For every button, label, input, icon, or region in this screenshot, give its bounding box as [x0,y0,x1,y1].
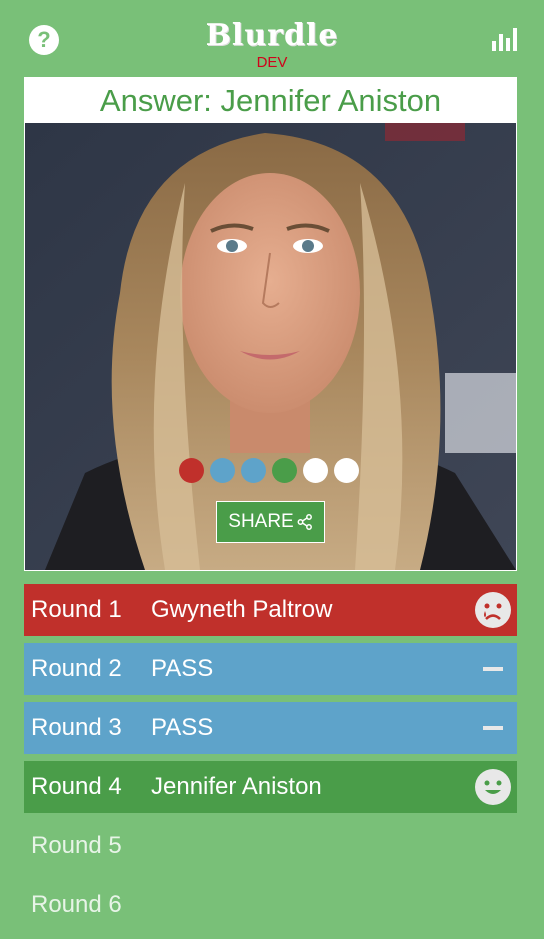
round-row-1: Round 1 Gwyneth Paltrow [24,584,517,636]
round-guess: PASS [151,714,214,741]
round-row-3: Round 3 PASS [24,702,517,754]
progress-dot [210,458,235,483]
round-label: Round 4 [31,773,122,800]
round-row-4: Round 4 Jennifer Aniston [24,761,517,813]
share-label: SHARE [228,511,294,532]
dash-icon [483,726,503,730]
round-guess: PASS [151,655,214,682]
rounds-list: Round 1 Gwyneth Paltrow Round 2 PASS Rou… [24,584,517,938]
progress-dot [179,458,204,483]
share-button[interactable]: SHARE [216,501,325,543]
progress-dot [334,458,359,483]
happy-face-icon [475,769,511,805]
round-label: Round 1 [31,596,122,623]
answer-panel: Answer: Jennifer Aniston SHARE [24,77,517,571]
sad-face-icon [475,592,511,628]
progress-dot [241,458,266,483]
app-logo: Blurdle [205,18,339,53]
round-row-6: Round 6 [24,879,517,931]
round-row-2: Round 2 PASS [24,643,517,695]
progress-dot [272,458,297,483]
share-icon [297,514,312,530]
logo-subtitle: DEV [256,54,288,71]
bar-chart-icon[interactable] [492,25,518,51]
round-label: Round 2 [31,655,122,682]
progress-dot [303,458,328,483]
round-label: Round 5 [31,832,122,859]
round-guess: Jennifer Aniston [151,773,322,800]
round-row-5: Round 5 [24,820,517,872]
dash-icon [483,667,503,671]
header: ? Blurdle DEV [0,0,544,76]
round-label: Round 6 [31,891,122,918]
answer-text: Answer: Jennifer Aniston [25,78,516,123]
round-label: Round 3 [31,714,122,741]
progress-dots [179,458,359,484]
round-guess: Gwyneth Paltrow [151,596,333,623]
